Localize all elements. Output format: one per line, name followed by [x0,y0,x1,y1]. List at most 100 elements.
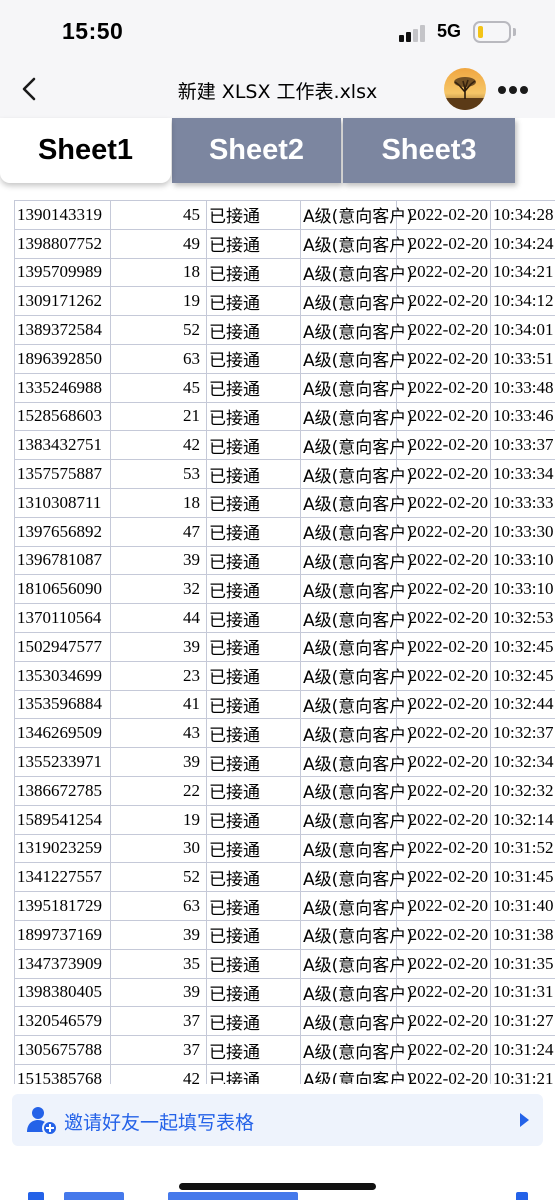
call-status-cell[interactable]: 已接通 [206,1063,301,1084]
avatar[interactable] [444,68,486,110]
phone-cell[interactable]: 1370110564 [14,603,111,633]
phone-cell[interactable]: 1899737169 [14,919,111,950]
age-cell[interactable]: 21 [110,401,207,432]
call-status-cell[interactable]: 已接通 [206,228,301,259]
call-status-cell[interactable]: 已接通 [206,603,301,633]
age-cell[interactable]: 19 [110,804,207,835]
call-status-cell[interactable]: 已接通 [206,487,301,518]
time-cell[interactable]: 10:32:14 [490,804,555,835]
age-cell[interactable]: 18 [110,257,207,288]
customer-level-cell[interactable]: A级(意向客户) [300,372,413,403]
customer-level-cell[interactable]: A级(意向客户) [300,228,413,259]
time-cell[interactable]: 10:32:45 [490,631,555,662]
call-status-cell[interactable]: 已接通 [206,315,301,345]
tab-sheet2[interactable]: Sheet2 [172,118,341,183]
age-cell[interactable]: 23 [110,660,207,691]
phone-cell[interactable]: 1357575887 [14,459,111,489]
phone-cell[interactable]: 1347373909 [14,948,111,979]
age-cell[interactable]: 39 [110,545,207,576]
call-status-cell[interactable]: 已接通 [206,286,301,317]
call-status-cell[interactable]: 已接通 [206,977,301,1008]
customer-level-cell[interactable]: A级(意向客户) [300,200,413,230]
phone-cell[interactable]: 1355233971 [14,747,111,777]
time-cell[interactable]: 10:33:37 [490,430,555,461]
phone-cell[interactable]: 1528568603 [14,401,111,432]
call-status-cell[interactable]: 已接通 [206,747,301,777]
time-cell[interactable]: 10:33:30 [490,516,555,547]
customer-level-cell[interactable]: A级(意向客户) [300,516,413,547]
phone-cell[interactable]: 1502947577 [14,631,111,662]
time-cell[interactable]: 10:34:24 [490,228,555,259]
age-cell[interactable]: 44 [110,603,207,633]
time-cell[interactable]: 10:32:32 [490,775,555,806]
time-cell[interactable]: 10:32:34 [490,747,555,777]
phone-cell[interactable]: 1515385768 [14,1063,111,1084]
call-status-cell[interactable]: 已接通 [206,919,301,950]
call-status-cell[interactable]: 已接通 [206,574,301,605]
phone-cell[interactable]: 1309171262 [14,286,111,317]
call-status-cell[interactable]: 已接通 [206,804,301,835]
phone-cell[interactable]: 1398380405 [14,977,111,1008]
phone-cell[interactable]: 1398807752 [14,228,111,259]
age-cell[interactable]: 39 [110,977,207,1008]
customer-level-cell[interactable]: A级(意向客户) [300,430,413,461]
call-status-cell[interactable]: 已接通 [206,200,301,230]
customer-level-cell[interactable]: A级(意向客户) [300,459,413,489]
phone-cell[interactable]: 1353034699 [14,660,111,691]
customer-level-cell[interactable]: A级(意向客户) [300,689,413,720]
customer-level-cell[interactable]: A级(意向客户) [300,574,413,605]
phone-cell[interactable]: 1390143319 [14,200,111,230]
customer-level-cell[interactable]: A级(意向客户) [300,948,413,979]
time-cell[interactable]: 10:34:01 [490,315,555,345]
customer-level-cell[interactable]: A级(意向客户) [300,977,413,1008]
age-cell[interactable]: 39 [110,747,207,777]
phone-cell[interactable]: 1389372584 [14,315,111,345]
tab-sheet3[interactable]: Sheet3 [343,118,515,183]
call-status-cell[interactable]: 已接通 [206,1006,301,1037]
home-indicator[interactable] [179,1183,376,1190]
age-cell[interactable]: 45 [110,372,207,403]
age-cell[interactable]: 43 [110,718,207,749]
time-cell[interactable]: 10:32:53 [490,603,555,633]
age-cell[interactable]: 35 [110,948,207,979]
time-cell[interactable]: 10:31:31 [490,977,555,1008]
customer-level-cell[interactable]: A级(意向客户) [300,545,413,576]
call-status-cell[interactable]: 已接通 [206,459,301,489]
customer-level-cell[interactable]: A级(意向客户) [300,603,413,633]
customer-level-cell[interactable]: A级(意向客户) [300,833,413,864]
chevron-left-icon[interactable] [14,72,48,106]
call-status-cell[interactable]: 已接通 [206,343,301,374]
phone-cell[interactable]: 1353596884 [14,689,111,720]
phone-cell[interactable]: 1383432751 [14,430,111,461]
call-status-cell[interactable]: 已接通 [206,948,301,979]
customer-level-cell[interactable]: A级(意向客户) [300,919,413,950]
customer-level-cell[interactable]: A级(意向客户) [300,487,413,518]
customer-level-cell[interactable]: A级(意向客户) [300,775,413,806]
phone-cell[interactable]: 1395181729 [14,891,111,921]
time-cell[interactable]: 10:31:45 [490,862,555,893]
customer-level-cell[interactable]: A级(意向客户) [300,1035,413,1065]
time-cell[interactable]: 10:31:24 [490,1035,555,1065]
customer-level-cell[interactable]: A级(意向客户) [300,1006,413,1037]
age-cell[interactable]: 37 [110,1006,207,1037]
age-cell[interactable]: 39 [110,919,207,950]
time-cell[interactable]: 10:33:34 [490,459,555,489]
customer-level-cell[interactable]: A级(意向客户) [300,747,413,777]
time-cell[interactable]: 10:31:21 [490,1063,555,1084]
time-cell[interactable]: 10:32:37 [490,718,555,749]
call-status-cell[interactable]: 已接通 [206,257,301,288]
time-cell[interactable]: 10:31:38 [490,919,555,950]
customer-level-cell[interactable]: A级(意向客户) [300,891,413,921]
phone-cell[interactable]: 1896392850 [14,343,111,374]
phone-cell[interactable]: 1341227557 [14,862,111,893]
phone-cell[interactable]: 1310308711 [14,487,111,518]
phone-cell[interactable]: 1305675788 [14,1035,111,1065]
customer-level-cell[interactable]: A级(意向客户) [300,631,413,662]
phone-cell[interactable]: 1395709989 [14,257,111,288]
age-cell[interactable]: 32 [110,574,207,605]
call-status-cell[interactable]: 已接通 [206,689,301,720]
time-cell[interactable]: 10:31:52 [490,833,555,864]
time-cell[interactable]: 10:32:44 [490,689,555,720]
customer-level-cell[interactable]: A级(意向客户) [300,718,413,749]
tab-sheet1[interactable]: Sheet1 [0,118,171,183]
